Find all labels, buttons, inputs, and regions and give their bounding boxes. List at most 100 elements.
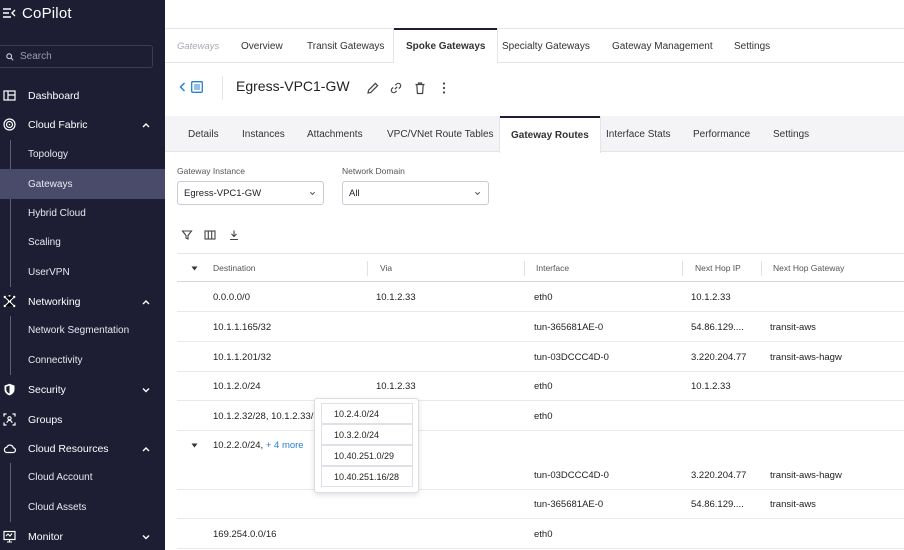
sidebar-item-cloud-assets[interactable]: Cloud Assets [0, 493, 165, 522]
table-row[interactable]: 10.1.2.0/24 10.1.2.33 eth0 10.1.2.33 [177, 371, 904, 401]
column-divider[interactable] [761, 261, 762, 276]
sidebar-item-label: UserVPN [28, 267, 70, 278]
back-button[interactable] [179, 81, 203, 93]
cell-destination: 10.1.2.32/28, 10.1.2.33/32 [213, 411, 319, 422]
tab-specialty-gateways[interactable]: Specialty Gateways [490, 29, 602, 63]
tab-label: VPC/VNet Route Tables [387, 128, 494, 140]
column-divider[interactable] [524, 261, 525, 276]
tab-instances[interactable]: Instances [231, 116, 296, 152]
dashboard-icon [3, 90, 16, 101]
tab-interface-stats[interactable]: Interface Stats [595, 116, 681, 152]
tab-label: Overview [241, 40, 283, 52]
tab-label: Settings [734, 40, 771, 52]
tab-settings[interactable]: Settings [722, 29, 782, 63]
table-row[interactable]: 10.1.1.165/32 tun-365681AE-0 54.86.129..… [177, 312, 904, 342]
sidebar-item-label: Cloud Resources [28, 442, 109, 455]
column-header-via[interactable]: Via [380, 263, 392, 273]
chevron-down-icon [142, 388, 150, 393]
sidebar-item-gateways[interactable]: Gateways [0, 169, 165, 199]
tab-overview[interactable]: Overview [229, 29, 295, 63]
tab-gateway-routes[interactable]: Gateway Routes [500, 116, 600, 153]
page-title: Egress-VPC1-GW [236, 78, 350, 94]
search-input[interactable] [20, 51, 140, 62]
sidebar-item-connectivity[interactable]: Connectivity [0, 346, 165, 375]
brand[interactable]: CoPilot [0, 3, 72, 23]
cell-next-hop-ip: 54.86.129.... [691, 322, 744, 333]
column-header-destination[interactable]: Destination [213, 263, 256, 273]
tab-vpc-vnet-route-tables[interactable]: VPC/VNet Route Tables [376, 116, 505, 152]
cell-next-hop-ip: 3.220.204.77 [691, 352, 747, 363]
tab-performance[interactable]: Performance [682, 116, 761, 152]
table-row-group[interactable]: 10.2.2.0/24, + 4 more [177, 430, 904, 460]
filter-icon[interactable] [181, 229, 193, 241]
columns-icon[interactable] [204, 229, 216, 241]
sidebar-item-security[interactable]: Security [0, 375, 165, 404]
link-icon[interactable] [389, 81, 403, 95]
sidebar-item-cloud-resources[interactable]: Cloud Resources [0, 434, 165, 463]
table-row[interactable]: tun-365681AE-0 54.86.129.... transit-aws [177, 489, 904, 519]
sidebar-item-cloud-fabric[interactable]: Cloud Fabric [0, 110, 165, 139]
tab-details[interactable]: Details [177, 116, 230, 152]
sidebar-item-dashboard[interactable]: Dashboard [0, 81, 165, 110]
sidebar-item-topology[interactable]: Topology [0, 140, 165, 169]
cell-interface: tun-03DCCC4D-0 [534, 470, 609, 481]
chevron-down-icon [142, 535, 150, 540]
cell-interface: tun-03DCCC4D-0 [534, 352, 609, 363]
tab-label: Performance [693, 128, 751, 140]
tab-gateway-management[interactable]: Gateway Management [600, 29, 725, 63]
delete-icon[interactable] [413, 81, 427, 95]
tab-settings[interactable]: Settings [762, 116, 820, 152]
tab-spoke-gateways[interactable]: Spoke Gateways [394, 28, 498, 63]
more-destinations-link[interactable]: + 4 more [266, 440, 304, 451]
download-icon[interactable] [228, 229, 240, 241]
column-header-interface[interactable]: Interface [536, 263, 569, 273]
table-row[interactable]: 10.1.2.32/28, 10.1.2.33/32 eth0 [177, 401, 904, 431]
cell-next-hop-ip: 54.86.129.... [691, 499, 744, 510]
tab-label: Spoke Gateways [406, 41, 486, 52]
edit-icon[interactable] [366, 81, 380, 95]
sidebar-item-scaling[interactable]: Scaling [0, 228, 165, 257]
cell-destination: 0.0.0.0/0 [213, 292, 250, 303]
cell-interface: eth0 [534, 529, 553, 540]
caret-down-icon[interactable] [191, 266, 198, 271]
header-divider [222, 76, 223, 100]
networking-icon [3, 295, 16, 308]
table-row[interactable]: 169.254.0.0/16 eth0 [177, 519, 904, 549]
sidebar-item-uservpn[interactable]: UserVPN [0, 258, 165, 287]
column-header-next-hop-ip[interactable]: Next Hop IP [695, 263, 741, 273]
caret-down-icon[interactable] [191, 443, 198, 448]
tab-label: Attachments [307, 128, 363, 140]
brand-name: CoPilot [22, 4, 72, 22]
sidebar-item-groups[interactable]: Groups [0, 405, 165, 434]
tab-transit-gateways[interactable]: Transit Gateways [295, 29, 396, 63]
sidebar-item-monitor[interactable]: Monitor [0, 522, 165, 550]
table-header: Destination Via Interface Next Hop IP Ne… [177, 253, 904, 282]
sidebar-item-cloud-account[interactable]: Cloud Account [0, 463, 165, 492]
cell-next-hop-gateway: transit-aws-hagw [770, 470, 842, 481]
breadcrumb[interactable]: Gateways [177, 41, 219, 52]
more-options-icon[interactable] [437, 81, 451, 95]
sidebar-item-network-segmentation[interactable]: Network Segmentation [0, 316, 165, 345]
cell-next-hop-gateway: transit-aws [770, 499, 816, 510]
sidebar-item-networking[interactable]: Networking [0, 287, 165, 316]
sidebar-item-label: Cloud Fabric [28, 118, 88, 131]
cell-interface: eth0 [534, 381, 553, 392]
sidebar-item-hybrid-cloud[interactable]: Hybrid Cloud [0, 199, 165, 228]
cell-destination: 10.1.2.0/24 [213, 381, 261, 392]
sidebar-item-label: Dashboard [28, 89, 80, 102]
table-row[interactable]: 0.0.0.0/0 10.1.2.33 eth0 10.1.2.33 [177, 282, 904, 312]
tab-attachments[interactable]: Attachments [296, 116, 374, 152]
column-header-next-hop-gateway[interactable]: Next Hop Gateway [773, 263, 844, 273]
network-domain-select[interactable]: All [342, 181, 489, 205]
column-divider[interactable] [682, 261, 683, 276]
groups-icon [3, 413, 16, 426]
column-divider[interactable] [367, 261, 368, 276]
sidebar-search[interactable] [0, 45, 153, 68]
collapse-menu-icon[interactable] [2, 7, 16, 19]
select-value: All [349, 187, 360, 199]
gateway-instance-select[interactable]: Egress-VPC1-GW [177, 181, 324, 205]
table-row[interactable]: tun-03DCCC4D-0 3.220.204.77 transit-aws-… [177, 460, 904, 490]
destination-first: 10.2.2.0/24, [213, 440, 264, 451]
chevron-up-icon [142, 447, 150, 452]
table-row[interactable]: 10.1.1.201/32 tun-03DCCC4D-0 3.220.204.7… [177, 342, 904, 372]
